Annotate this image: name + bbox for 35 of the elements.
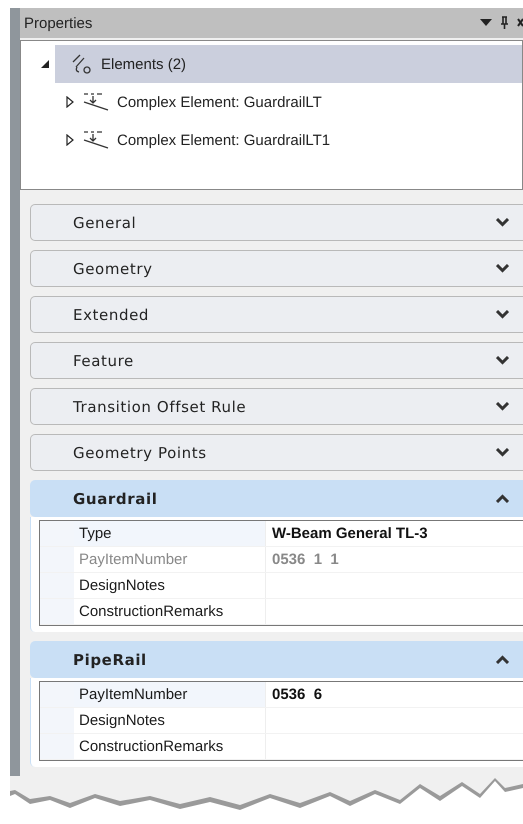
section-header[interactable]: Transition Offset Rule	[30, 388, 523, 425]
section-header[interactable]: General	[30, 204, 523, 241]
chevron-up-icon	[496, 655, 509, 664]
tree-item[interactable]: Complex Element: GuardrailLT1	[21, 121, 522, 159]
chevron-down-icon	[496, 264, 509, 273]
section-header[interactable]: Geometry	[30, 250, 523, 287]
expand-arrow-icon[interactable]	[65, 134, 75, 146]
property-name: ConstructionRemarks	[74, 734, 266, 759]
section-header[interactable]: Feature	[30, 342, 523, 379]
property-value[interactable]: 0536 6	[266, 682, 523, 707]
section-header[interactable]: Geometry Points	[30, 434, 523, 471]
property-name: DesignNotes	[74, 573, 266, 598]
property-name: DesignNotes	[74, 708, 266, 733]
chevron-down-icon	[496, 356, 509, 365]
elements-icon	[71, 54, 93, 74]
panel-title: Properties	[24, 14, 92, 32]
property-value[interactable]: W-Beam General TL-3	[266, 521, 523, 546]
property-name: PayItemNumber	[74, 547, 266, 572]
expand-arrow-icon[interactable]	[65, 96, 75, 108]
pin-icon[interactable]	[500, 16, 509, 30]
chevron-down-icon	[496, 310, 509, 319]
collapse-arrow-icon[interactable]	[41, 58, 51, 70]
chevron-down-icon	[496, 402, 509, 411]
section-header[interactable]: Guardrail	[30, 480, 523, 517]
element-icon	[83, 131, 109, 149]
section-header[interactable]: Extended	[30, 296, 523, 333]
dropdown-icon[interactable]	[480, 19, 492, 27]
section-header[interactable]: PipeRail	[30, 641, 523, 678]
element-icon	[83, 93, 109, 111]
chevron-down-icon	[496, 448, 509, 457]
property-name: ConstructionRemarks	[74, 599, 266, 624]
chevron-down-icon	[496, 218, 509, 227]
tree-item[interactable]: Complex Element: GuardrailLT	[21, 83, 522, 121]
chevron-up-icon	[496, 494, 509, 503]
close-icon[interactable]	[517, 17, 523, 29]
